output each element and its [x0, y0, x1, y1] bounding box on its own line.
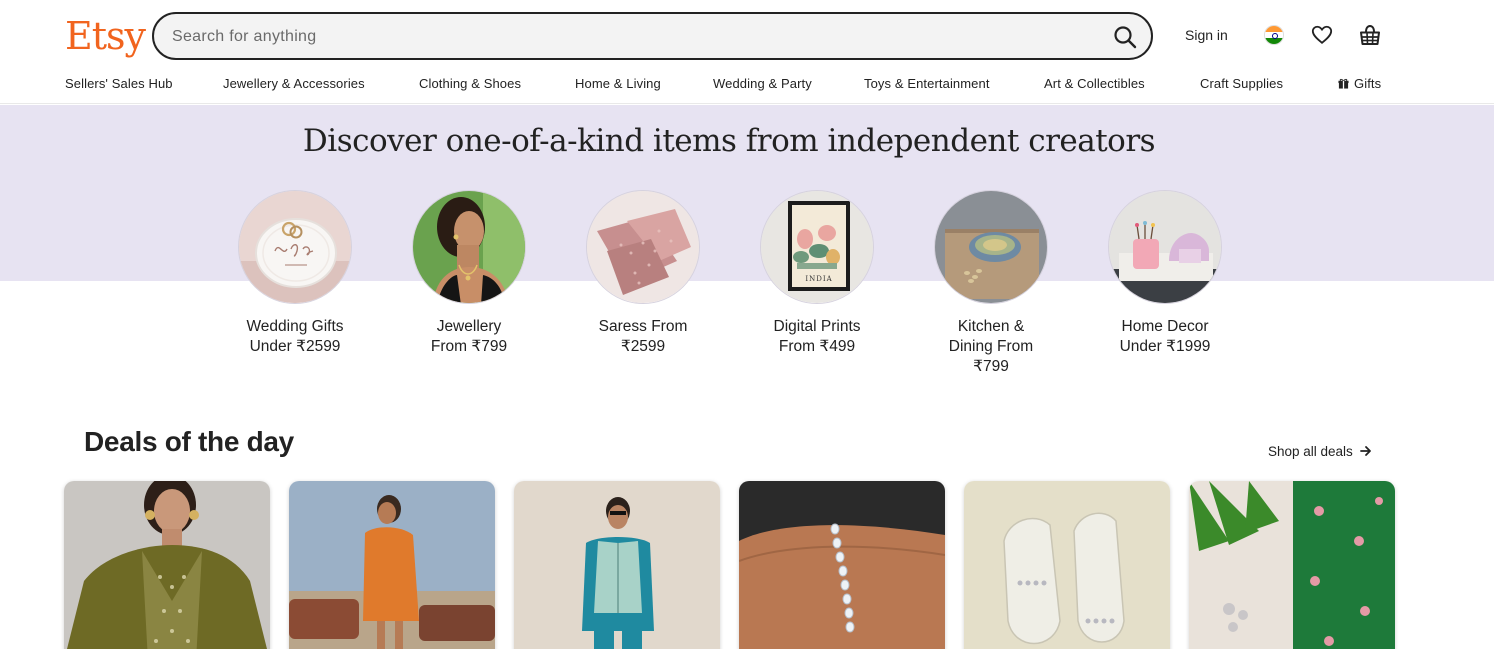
category-sarees[interactable]: Saress From ₹2599: [573, 190, 713, 357]
shopping-basket-icon: [1360, 24, 1380, 45]
search-bar[interactable]: [152, 12, 1153, 60]
deal-card[interactable]: [739, 481, 945, 649]
category-label-line: Wedding Gifts: [246, 318, 344, 335]
deal-card[interactable]: [964, 481, 1170, 649]
heart-icon: [1311, 25, 1333, 44]
category-label: Kitchen & Dining From ₹799: [921, 317, 1061, 377]
deal-image: [289, 481, 495, 649]
nav-item-gifts-label: Gifts: [1354, 76, 1382, 91]
nav-item-wedding-party[interactable]: Wedding & Party: [713, 76, 812, 91]
category-kitchen-dining[interactable]: Kitchen & Dining From ₹799: [921, 190, 1061, 377]
deals-heading: Deals of the day: [84, 426, 294, 457]
category-label: Digital Prints From ₹499: [747, 317, 887, 357]
category-home-decor[interactable]: Home Decor Under ₹1999: [1095, 190, 1235, 357]
hero-title: Discover one-of-a-kind items from indepe…: [302, 123, 1156, 159]
site-header: Etsy Sign in Sellers' Sales Hub Jewe: [0, 0, 1494, 104]
india-flag-icon[interactable]: [1264, 25, 1284, 45]
nav-item-clothing[interactable]: Clothing & Shoes: [419, 76, 521, 91]
sign-in-link[interactable]: Sign in: [1185, 27, 1228, 43]
category-label-line: Under ₹1999: [1119, 338, 1211, 355]
category-wedding-gifts[interactable]: Wedding Gifts Under ₹2599: [225, 190, 365, 357]
favorites-button[interactable]: [1311, 24, 1333, 46]
arrow-right-icon: [1359, 446, 1371, 456]
category-nav: Sellers' Sales Hub Jewellery & Accessori…: [0, 76, 1494, 96]
category-label-line: ₹2599: [620, 338, 666, 355]
sarees-image: [586, 190, 700, 304]
nav-item-craft-supplies[interactable]: Craft Supplies: [1200, 76, 1283, 91]
kitchen-dining-image: [934, 190, 1048, 304]
nav-item-art[interactable]: Art & Collectibles: [1044, 76, 1145, 91]
etsy-logo[interactable]: Etsy: [65, 14, 146, 58]
category-jewellery[interactable]: Jewellery From ₹799: [399, 190, 539, 357]
deal-image: [964, 481, 1170, 649]
deal-card[interactable]: [1189, 481, 1395, 649]
category-label-line: Home Decor: [1121, 318, 1209, 335]
shop-all-deals-link[interactable]: Shop all deals: [1268, 444, 1373, 459]
deal-image: [1189, 481, 1395, 649]
nav-item-home-living[interactable]: Home & Living: [575, 76, 661, 91]
category-label: Home Decor Under ₹1999: [1095, 317, 1235, 357]
category-label-line: Under ₹2599: [249, 338, 341, 355]
search-icon: [1114, 26, 1137, 49]
jewellery-image: [412, 190, 526, 304]
category-label-line: Saress From: [598, 318, 688, 335]
deal-card[interactable]: [514, 481, 720, 649]
search-input[interactable]: [172, 24, 1072, 50]
deal-card[interactable]: [289, 481, 495, 649]
shop-all-deals-label: Shop all deals: [1268, 444, 1353, 459]
category-digital-prints[interactable]: INDIA Digital Prints From ₹499: [747, 190, 887, 357]
category-label-line: Digital Prints: [773, 318, 861, 335]
deal-image: [514, 481, 720, 649]
category-label-line: Kitchen &: [957, 318, 1025, 335]
digital-prints-image: INDIA: [760, 190, 874, 304]
nav-item-sellers-sales-hub[interactable]: Sellers' Sales Hub: [65, 76, 173, 91]
category-label-line: Dining From: [948, 338, 1034, 355]
wedding-gifts-image: [238, 190, 352, 304]
category-label-line: From ₹799: [430, 338, 508, 355]
print-caption: INDIA: [805, 275, 832, 283]
nav-item-gifts[interactable]: Gifts: [1338, 76, 1381, 91]
deal-image: [739, 481, 945, 649]
category-label: Wedding Gifts Under ₹2599: [225, 317, 365, 357]
cart-button[interactable]: [1359, 23, 1381, 47]
deal-card[interactable]: [64, 481, 270, 649]
nav-item-toys[interactable]: Toys & Entertainment: [864, 76, 990, 91]
gift-icon: [1338, 78, 1349, 89]
home-decor-image: [1108, 190, 1222, 304]
category-label: Saress From ₹2599: [573, 317, 713, 357]
nav-item-jewellery[interactable]: Jewellery & Accessories: [223, 76, 365, 91]
search-button[interactable]: [1111, 23, 1139, 51]
category-label-line: From ₹499: [778, 338, 856, 355]
category-label-line: Jewellery: [436, 318, 502, 335]
category-label: Jewellery From ₹799: [399, 317, 539, 357]
deal-image: [64, 481, 270, 649]
category-label-line: ₹799: [973, 358, 1009, 375]
